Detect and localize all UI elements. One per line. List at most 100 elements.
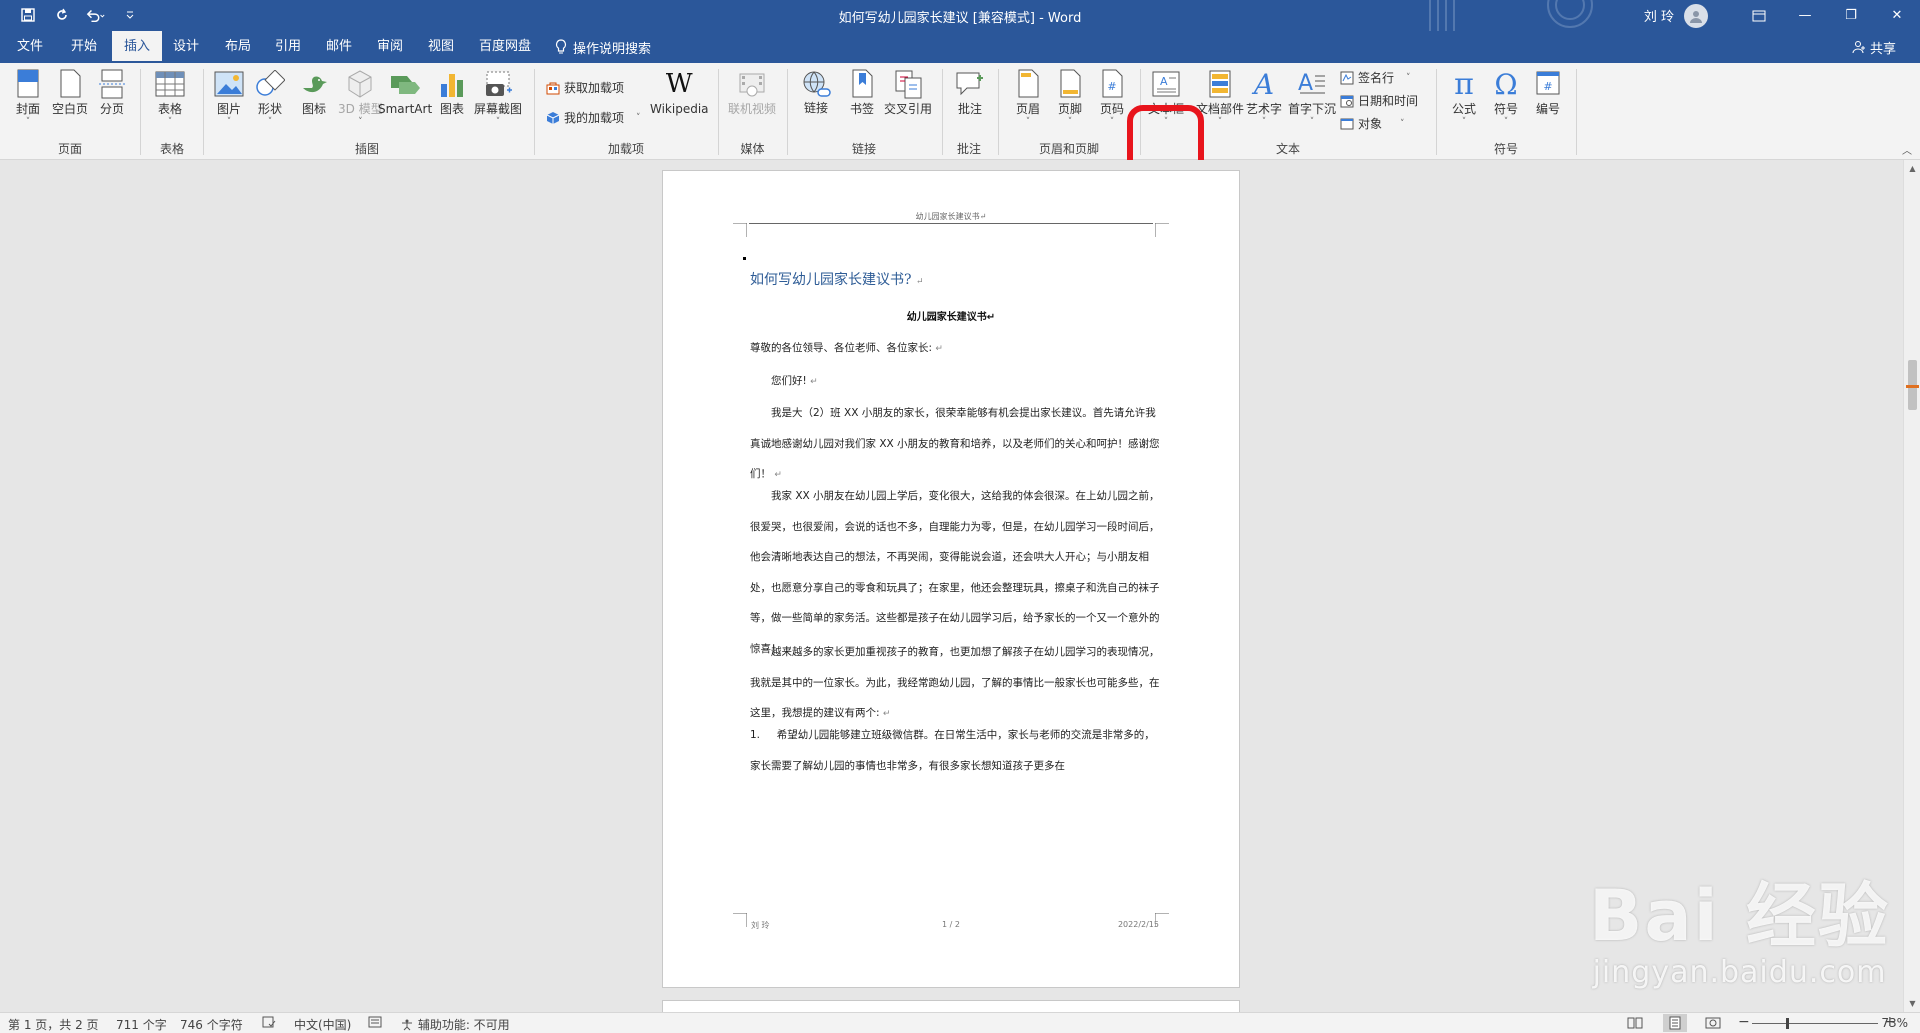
user-name[interactable]: 刘 玲 bbox=[1644, 6, 1674, 25]
footer-button[interactable]: 页脚 ˅ bbox=[1054, 67, 1086, 127]
date-time-button[interactable]: 日期和时间 bbox=[1340, 92, 1418, 109]
title-bar: 如何写幼儿园家长建议 [兼容模式] - Word 刘 玲 — ❐ ✕ bbox=[0, 0, 1920, 31]
page-break-button[interactable]: 分页 bbox=[96, 67, 128, 117]
link-button[interactable]: 链接 bbox=[800, 67, 832, 115]
group-separator bbox=[1436, 69, 1437, 155]
header-button[interactable]: 页眉 ˅ bbox=[1012, 67, 1044, 127]
shapes-icon bbox=[256, 70, 285, 96]
camera-icon bbox=[486, 71, 512, 96]
crop-mark-icon bbox=[1155, 223, 1169, 237]
cross-reference-button[interactable]: 交叉引用 bbox=[884, 67, 932, 117]
scroll-up-icon[interactable]: ▲ bbox=[1904, 160, 1920, 177]
hello-paragraph[interactable]: 您们好! ↵ bbox=[750, 366, 1160, 398]
tab-view[interactable]: 视图 bbox=[419, 31, 463, 63]
status-word-count[interactable]: 711 个字 bbox=[116, 1016, 167, 1033]
tab-mailings[interactable]: 邮件 bbox=[317, 31, 361, 63]
pictures-button[interactable]: 图片 ˅ bbox=[213, 67, 245, 127]
get-addins-button[interactable]: 获取加载项 bbox=[546, 79, 624, 96]
bookmark-button[interactable]: 书签 bbox=[846, 67, 878, 117]
drop-cap-icon: A bbox=[1298, 71, 1325, 96]
object-button[interactable]: 对象 ˅ bbox=[1340, 115, 1405, 132]
my-addins-button[interactable]: 我的加载项 ˅ bbox=[546, 109, 641, 126]
shapes-button[interactable]: 形状 ˅ bbox=[254, 67, 286, 127]
status-accessibility[interactable]: 辅助功能: 不可用 bbox=[400, 1016, 510, 1033]
minimize-button[interactable]: — bbox=[1782, 0, 1828, 31]
text-box-icon: A bbox=[1152, 71, 1180, 97]
comment-button[interactable]: 批注 bbox=[954, 67, 986, 117]
wordart-button[interactable]: A 艺术字 ˅ bbox=[1246, 67, 1282, 128]
tab-design[interactable]: 设计 bbox=[164, 31, 208, 63]
web-layout-icon[interactable] bbox=[1705, 1016, 1721, 1033]
tab-review[interactable]: 审阅 bbox=[368, 31, 412, 63]
drop-cap-button[interactable]: A 首字下沉 ˅ bbox=[1288, 67, 1336, 127]
macro-record-icon[interactable] bbox=[368, 1016, 382, 1031]
status-char-count[interactable]: 746 个字符 bbox=[180, 1016, 243, 1033]
cross-reference-icon bbox=[895, 70, 922, 99]
online-video-button[interactable]: 联机视频 bbox=[728, 67, 776, 117]
vertical-scrollbar[interactable]: ▲ ▼ bbox=[1903, 160, 1920, 1012]
title-decoration-icon bbox=[1429, 0, 1593, 31]
tab-references[interactable]: 引用 bbox=[266, 31, 310, 63]
greeting-paragraph[interactable]: 尊敬的各位领导、各位老师、各位家长: ↵ bbox=[750, 333, 1160, 365]
zoom-out-icon[interactable]: − bbox=[1738, 1014, 1750, 1030]
tab-home[interactable]: 开始 bbox=[62, 31, 106, 63]
footer-date[interactable]: 2022/2/15 bbox=[1118, 920, 1159, 929]
cover-page-icon bbox=[17, 69, 39, 98]
zoom-level[interactable]: 73% bbox=[1881, 1016, 1908, 1030]
restore-button[interactable]: ❐ bbox=[1828, 0, 1874, 31]
document-subtitle[interactable]: 幼儿园家长建议书↵ bbox=[663, 308, 1239, 323]
body-paragraph-3[interactable]: 越来越多的家长更加重视孩子的教育，也更加想了解孩子在幼儿园学习的表现情况，我就是… bbox=[750, 637, 1160, 730]
signature-line-button[interactable]: 签名行 ˅ bbox=[1340, 69, 1411, 86]
smartart-icon bbox=[391, 76, 421, 94]
3d-models-button[interactable]: 3D 模型 ˅ bbox=[338, 67, 383, 127]
status-page[interactable]: 第 1 页，共 2 页 bbox=[8, 1016, 99, 1033]
icons-button[interactable]: 图标 bbox=[298, 67, 330, 117]
scroll-position-marker bbox=[1906, 385, 1919, 388]
group-separator bbox=[1576, 69, 1577, 155]
object-icon bbox=[1340, 118, 1354, 129]
header-rule bbox=[749, 223, 1153, 237]
group-separator bbox=[942, 69, 943, 155]
page-header-text[interactable]: 幼儿园家长建议书↵ bbox=[663, 211, 1239, 222]
table-button[interactable]: 表格 ˅ bbox=[154, 67, 186, 127]
page-number-button[interactable]: # 页码 ˅ bbox=[1096, 67, 1128, 127]
cover-page-button[interactable]: 封面 ˅ bbox=[12, 67, 44, 127]
quick-parts-icon bbox=[1209, 70, 1231, 98]
group-pages-label: 页面 bbox=[57, 142, 82, 156]
close-button[interactable]: ✕ bbox=[1874, 0, 1920, 31]
print-layout-icon[interactable] bbox=[1663, 1014, 1687, 1032]
tab-baidu-netdisk[interactable]: 百度网盘 bbox=[472, 31, 538, 63]
zoom-slider-thumb[interactable] bbox=[1786, 1018, 1789, 1029]
document-title[interactable]: 如何写幼儿园家长建议书? ↵ bbox=[750, 269, 924, 289]
list-item-1[interactable]: 1. 希望幼儿园能够建立班级微信群。在日常生活中，家长与老师的交流是非常多的，家… bbox=[750, 720, 1160, 781]
proofing-icon[interactable] bbox=[262, 1016, 276, 1031]
symbol-button[interactable]: Ω 符号 ˅ bbox=[1490, 67, 1522, 128]
screenshot-button[interactable]: 屏幕截图 ˅ bbox=[474, 67, 522, 127]
equation-button[interactable]: π 公式 ˅ bbox=[1448, 67, 1480, 128]
document-page-1[interactable]: 幼儿园家长建议书↵ 如何写幼儿园家长建议书? ↵ 幼儿园家长建议书↵ 尊敬的各位… bbox=[662, 170, 1240, 988]
tab-insert[interactable]: 插入 bbox=[112, 31, 162, 63]
tell-me-search[interactable]: 操作说明搜索 bbox=[555, 31, 651, 63]
body-paragraph-1[interactable]: 我是大（2）班 XX 小朋友的家长，很荣幸能够有机会提出家长建议。首先请允许我真… bbox=[750, 398, 1160, 491]
numbering-button[interactable]: # 编号 bbox=[1532, 67, 1564, 117]
smartart-button[interactable]: SmartArt bbox=[378, 67, 432, 117]
user-avatar[interactable] bbox=[1684, 3, 1708, 28]
svg-text:A: A bbox=[1298, 71, 1313, 96]
blank-page-button[interactable]: 空白页 bbox=[52, 67, 88, 117]
collapse-ribbon-icon[interactable]: ︿ bbox=[1902, 142, 1912, 157]
accessibility-icon bbox=[402, 1019, 412, 1031]
share-button[interactable]: 共享 bbox=[1852, 31, 1896, 63]
read-mode-icon[interactable] bbox=[1627, 1016, 1643, 1033]
tab-file[interactable]: 文件 bbox=[8, 31, 52, 63]
baidu-jingyan-watermark: Bai 经验 jingyan.baidu.com bbox=[1589, 875, 1890, 990]
wikipedia-button[interactable]: W Wikipedia bbox=[650, 67, 709, 117]
tab-layout[interactable]: 布局 bbox=[216, 31, 260, 63]
page-number-icon: # bbox=[1102, 69, 1123, 98]
ribbon-display-options-icon[interactable] bbox=[1736, 0, 1782, 31]
group-separator bbox=[534, 69, 535, 155]
scroll-down-icon[interactable]: ▼ bbox=[1904, 995, 1920, 1012]
addins-cube-icon bbox=[546, 111, 560, 124]
chart-button[interactable]: 图表 bbox=[436, 67, 468, 117]
status-language[interactable]: 中文(中国) bbox=[294, 1016, 351, 1033]
zoom-slider[interactable] bbox=[1752, 1023, 1878, 1024]
